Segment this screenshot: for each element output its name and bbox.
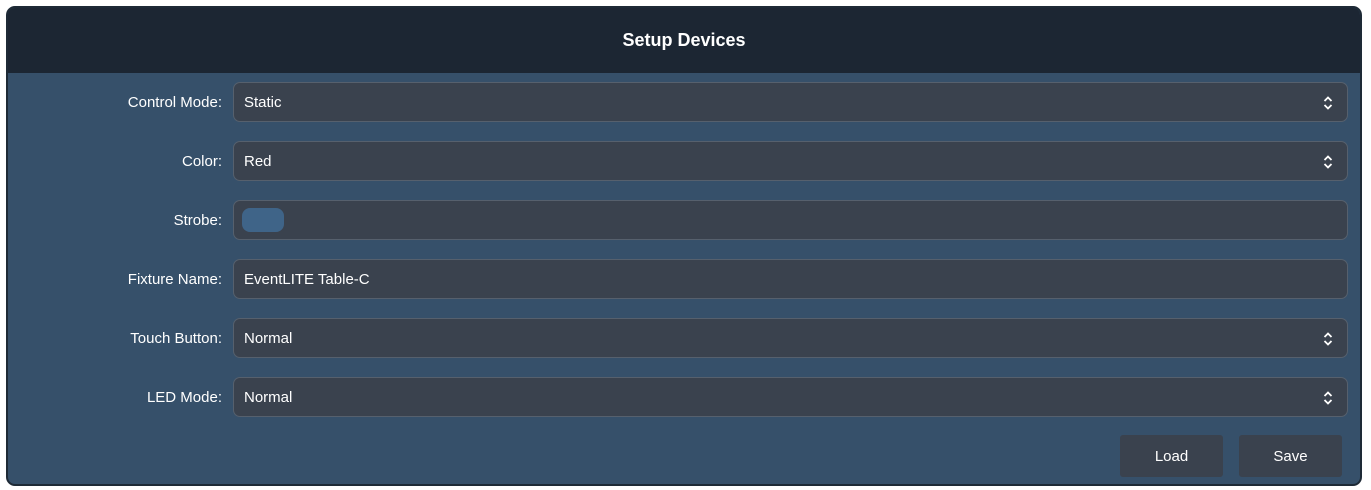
fixture-name-label: Fixture Name: [127,271,222,288]
save-button[interactable]: Save [1239,435,1342,477]
led-mode-value: Normal [244,388,293,406]
strobe-row: Strobe: [8,200,1360,242]
led-mode-label: LED Mode: [146,389,222,406]
fixture-name-row: Fixture Name: EventLITE Table-C [8,259,1360,301]
chevron-up-down-icon [1323,332,1333,346]
page-title: Setup Devices [622,30,746,50]
color-select[interactable]: Red [233,141,1348,181]
strobe-toggle[interactable] [242,208,284,232]
setup-devices-panel: Setup Devices Control Mode: Static Color… [6,6,1362,486]
load-button[interactable]: Load [1120,435,1223,477]
touch-button-row: Touch Button: Normal [8,318,1360,360]
led-mode-select[interactable]: Normal [233,377,1348,417]
fixture-name-value: EventLITE Table-C [244,270,370,288]
chevron-up-down-icon [1323,155,1333,169]
control-mode-label: Control Mode: [127,94,222,111]
strobe-label: Strobe: [173,212,222,229]
touch-button-label: Touch Button: [130,330,222,347]
control-mode-value: Static [244,93,282,111]
touch-button-value: Normal [244,329,293,347]
fixture-name-input[interactable]: EventLITE Table-C [233,259,1348,299]
chevron-up-down-icon [1323,96,1333,110]
control-mode-select[interactable]: Static [233,82,1348,122]
panel-header: Setup Devices [8,8,1360,73]
color-label: Color: [181,153,222,170]
color-row: Color: Red [8,141,1360,183]
led-mode-row: LED Mode: Normal [8,377,1360,419]
touch-button-select[interactable]: Normal [233,318,1348,358]
control-mode-row: Control Mode: Static [8,82,1360,124]
strobe-field [233,200,1348,240]
color-value: Red [244,152,272,170]
chevron-up-down-icon [1323,391,1333,405]
